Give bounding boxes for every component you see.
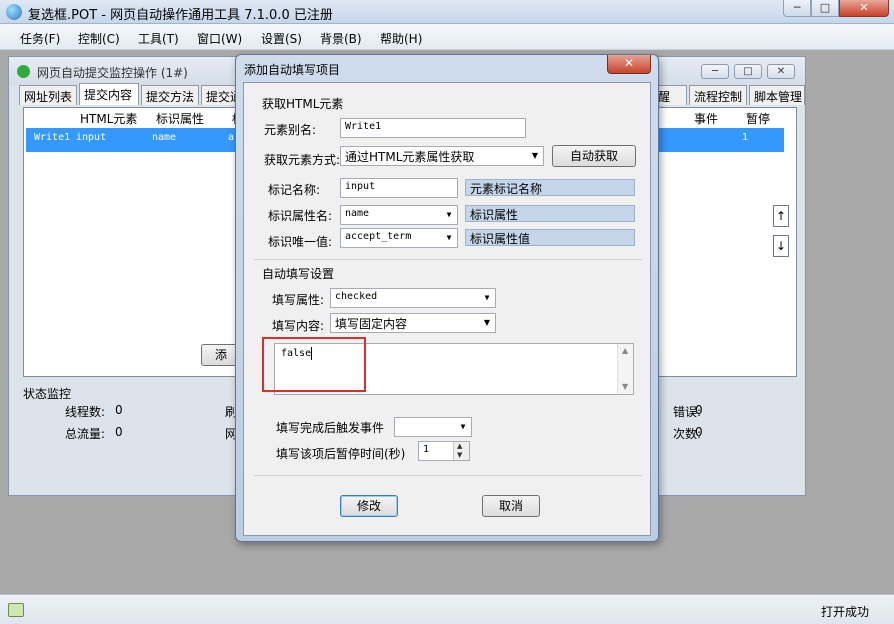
- threads-label: 线程数:: [65, 405, 106, 419]
- dialog-title: 添加自动填写项目: [244, 63, 341, 77]
- times-value: 0: [695, 425, 703, 439]
- group-get-element-title: 获取HTML元素: [262, 97, 344, 111]
- stepper-buttons[interactable]: ▲ ▼: [453, 442, 469, 460]
- auto-get-button[interactable]: 自动获取: [552, 145, 636, 167]
- tag-hint: 元素标记名称: [465, 179, 635, 196]
- menu-settings[interactable]: 设置(S): [261, 30, 302, 47]
- threads-value: 0: [115, 403, 123, 417]
- stepper-down-icon[interactable]: ▼: [457, 451, 462, 459]
- trigger-select[interactable]: ▼: [394, 417, 472, 437]
- divider: [254, 475, 642, 476]
- fill-attr-select[interactable]: checked ▼: [330, 288, 496, 308]
- column-header-html-element[interactable]: HTML元素: [80, 110, 137, 127]
- title-bar: 复选框.POT - 网页自动操作通用工具 7.1.0.0 已注册: [0, 0, 894, 24]
- attr-name-select-value: name: [345, 208, 370, 219]
- chevron-down-icon: ▼: [483, 318, 491, 327]
- method-select-value: 通过HTML元素属性获取: [345, 150, 475, 164]
- attr-value-hint: 标识属性值: [465, 229, 635, 246]
- column-header-attribute[interactable]: 标识属性: [156, 110, 204, 127]
- traffic-label: 总流量:: [65, 427, 106, 441]
- menu-tools[interactable]: 工具(T): [138, 30, 179, 47]
- red-highlight-box: [262, 337, 366, 392]
- child-minimize-button[interactable]: ─: [701, 64, 729, 79]
- menu-background[interactable]: 背景(B): [320, 30, 362, 47]
- tab-flow-control[interactable]: 流程控制: [689, 85, 747, 105]
- method-label: 获取元素方式:: [264, 153, 341, 167]
- dialog-body: 获取HTML元素 元素别名: Write1 获取元素方式: 通过HTML元素属性…: [243, 82, 651, 536]
- traffic-value: 0: [115, 425, 123, 439]
- child-close-button[interactable]: ✕: [767, 64, 795, 79]
- maximize-button[interactable]: □: [811, 0, 839, 17]
- dialog-close-icon[interactable]: ✕: [607, 55, 651, 74]
- attr-value-select-value: accept_term: [345, 231, 412, 242]
- text-scrollbar[interactable]: ▲ ▼: [617, 344, 633, 394]
- tab-submit-content[interactable]: 提交内容: [79, 83, 139, 105]
- cell-name: Write1: [34, 132, 71, 143]
- chevron-down-icon: ▼: [460, 422, 466, 431]
- cell-attribute: name: [152, 132, 177, 143]
- fill-content-label: 填写内容:: [272, 319, 325, 333]
- move-up-arrow-icon[interactable]: ↑: [773, 205, 789, 227]
- menu-control[interactable]: 控制(C): [78, 30, 120, 47]
- pause-label: 填写该项后暂停时间(秒): [276, 447, 406, 461]
- app-icon: [6, 4, 22, 20]
- chevron-down-icon: ▼: [531, 151, 539, 160]
- tag-label: 标记名称:: [268, 183, 321, 197]
- cell-pause: 1: [742, 132, 749, 143]
- alias-field[interactable]: Write1: [340, 118, 526, 138]
- status-bar: 打开成功: [0, 594, 894, 624]
- tab-script-manage[interactable]: 脚本管理: [749, 85, 805, 105]
- attr-name-hint: 标识属性: [465, 205, 635, 222]
- alias-label: 元素别名:: [264, 123, 317, 137]
- chevron-down-icon: ▼: [484, 293, 490, 302]
- group-autofill-title: 自动填写设置: [262, 267, 335, 281]
- method-select[interactable]: 通过HTML元素属性获取 ▼: [340, 146, 544, 166]
- attr-value-label: 标识唯一值:: [268, 235, 333, 249]
- stepper-up-icon[interactable]: ▲: [457, 442, 462, 450]
- column-header-pause[interactable]: 暂停: [746, 110, 770, 127]
- tag-field[interactable]: input: [340, 178, 458, 198]
- chevron-down-icon: ▼: [446, 233, 452, 242]
- divider: [254, 259, 642, 260]
- status-ok-icon: [17, 65, 30, 78]
- tab-submit-method[interactable]: 提交方法: [141, 85, 199, 105]
- window-title: 复选框.POT - 网页自动操作通用工具 7.1.0.0 已注册: [28, 8, 333, 23]
- minimize-button[interactable]: ─: [783, 0, 811, 17]
- child-maximize-button[interactable]: □: [734, 64, 762, 79]
- trigger-label: 填写完成后触发事件: [276, 421, 385, 435]
- fill-content-select[interactable]: 填写固定内容 ▼: [330, 313, 496, 333]
- pause-stepper-value: 1: [423, 444, 430, 455]
- close-button[interactable]: ✕: [839, 0, 889, 17]
- menu-task[interactable]: 任务(F): [20, 30, 60, 47]
- fill-attr-label: 填写属性:: [272, 293, 325, 307]
- attr-value-select[interactable]: accept_term ▼: [340, 228, 458, 248]
- attr-name-label: 标识属性名:: [268, 209, 333, 223]
- move-down-arrow-icon[interactable]: ↓: [773, 235, 789, 257]
- status-text: 打开成功: [821, 605, 870, 619]
- errors-value: 0: [695, 403, 703, 417]
- connection-icon: [8, 603, 24, 617]
- scroll-up-icon[interactable]: ▲: [622, 346, 628, 355]
- modify-button[interactable]: 修改: [340, 495, 398, 517]
- chevron-down-icon: ▼: [446, 210, 452, 219]
- tab-url-list[interactable]: 网址列表: [19, 85, 77, 105]
- pause-stepper[interactable]: 1 ▲ ▼: [418, 441, 470, 461]
- add-autofill-dialog: 添加自动填写项目 ✕ 获取HTML元素 元素别名: Write1 获取元素方式:…: [235, 54, 659, 542]
- menu-window[interactable]: 窗口(W): [197, 30, 242, 47]
- fill-content-select-value: 填写固定内容: [335, 317, 408, 331]
- cell-element: input: [76, 132, 107, 143]
- fill-attr-select-value: checked: [335, 291, 378, 302]
- menu-bar: 任务(F) 控制(C) 工具(T) 窗口(W) 设置(S) 背景(B) 帮助(H…: [0, 24, 894, 50]
- attr-name-select[interactable]: name ▼: [340, 205, 458, 225]
- cancel-button[interactable]: 取消: [482, 495, 540, 517]
- status-group-title: 状态监控: [23, 387, 72, 401]
- column-header-event[interactable]: 事件: [694, 110, 718, 127]
- scroll-down-icon[interactable]: ▼: [622, 382, 628, 391]
- monitor-window-title: 网页自动提交监控操作 (1#): [37, 66, 188, 80]
- menu-help[interactable]: 帮助(H): [380, 30, 422, 47]
